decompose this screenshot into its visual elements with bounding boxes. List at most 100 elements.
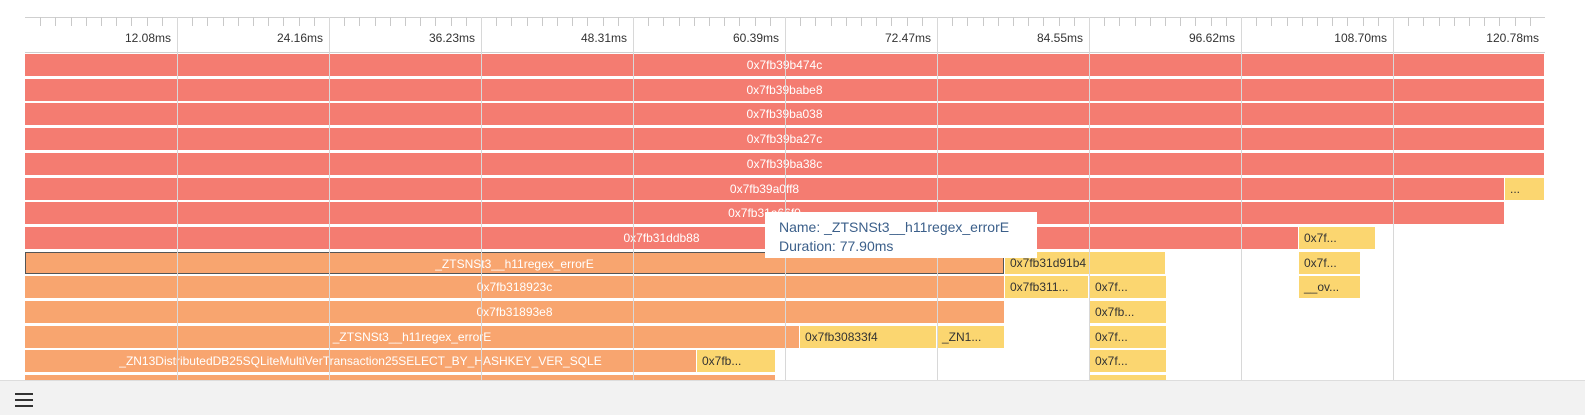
ruler-minor-tick [283, 17, 284, 26]
flame-frame[interactable]: 0x7f... [1090, 326, 1166, 348]
flame-frame[interactable]: 0x7fb311... [1005, 276, 1088, 298]
ruler-tick-label: 24.16ms [276, 31, 323, 45]
flame-frame[interactable]: _ZN1... [937, 326, 1004, 348]
ruler-minor-tick [739, 17, 740, 26]
ruler-minor-tick [709, 17, 710, 26]
ruler-minor-tick [162, 17, 163, 26]
flame-frame[interactable] [1360, 227, 1375, 249]
ruler-minor-tick [724, 17, 725, 26]
ruler-minor-tick [511, 17, 512, 26]
grid-line [177, 17, 178, 382]
flame-frame[interactable]: 0x7fb30833f4 [800, 326, 936, 348]
flame-frame[interactable]: 0x7f... [1299, 227, 1360, 249]
flame-frame[interactable]: 0x7fb39a0ff8 [25, 178, 1504, 200]
ruler-minor-tick [466, 17, 467, 26]
flame-frame[interactable]: _ZTSNSt3__h11regex_errorE [25, 326, 799, 348]
ruler-minor-tick [207, 17, 208, 26]
ruler-minor-tick [314, 17, 315, 26]
ruler-minor-tick [1256, 17, 1257, 26]
flame-frame[interactable]: 0x7f... [1090, 350, 1166, 372]
ruler-minor-tick [268, 17, 269, 26]
tooltip-duration: Duration: 77.90ms [779, 238, 894, 254]
grid-line [1241, 17, 1242, 382]
ruler-minor-tick [876, 17, 877, 26]
flame-frame[interactable]: 0x7fb... [1090, 301, 1166, 323]
ruler-tick-label: 96.62ms [1188, 31, 1235, 45]
ruler-minor-tick [1013, 17, 1014, 26]
ruler-tick-label: 60.39ms [732, 31, 779, 45]
ruler-minor-tick [952, 17, 953, 26]
ruler-minor-tick [223, 17, 224, 26]
ruler-tick-label: 12.08ms [124, 31, 171, 45]
ruler-minor-tick [983, 17, 984, 26]
ruler-minor-tick [1423, 17, 1424, 26]
ruler-minor-tick [891, 17, 892, 26]
ruler-minor-tick [907, 17, 908, 26]
menu-icon[interactable] [15, 390, 33, 410]
ruler-minor-tick [603, 17, 604, 26]
ruler-minor-tick [435, 17, 436, 26]
ruler-minor-tick [527, 17, 528, 26]
ruler-tick-label: 108.70ms [1334, 31, 1387, 45]
ruler-minor-tick [998, 17, 999, 26]
ruler-minor-tick [1135, 17, 1136, 26]
ruler-minor-tick [1530, 17, 1531, 26]
ruler-minor-tick [1347, 17, 1348, 26]
ruler-minor-tick [1363, 17, 1364, 26]
flame-frame[interactable]: _ZN13DistributedDB25SQLiteMultiVerTransa… [25, 350, 696, 372]
grid-line [633, 17, 634, 382]
ruler-minor-tick [147, 17, 148, 26]
ruler-minor-tick [861, 17, 862, 26]
bottom-toolbar [0, 380, 1585, 415]
ruler-minor-tick [967, 17, 968, 26]
grid-line [481, 17, 482, 382]
flame-frame[interactable]: 0x7fb... [697, 350, 775, 372]
ruler-minor-tick [557, 17, 558, 26]
ruler-minor-tick [390, 17, 391, 26]
ruler-minor-tick [1271, 17, 1272, 26]
ruler-tick-label: 120.78ms [1486, 31, 1539, 45]
ruler-minor-tick [1484, 17, 1485, 26]
ruler-minor-tick [1119, 17, 1120, 26]
ruler-minor-tick [1515, 17, 1516, 26]
ruler-minor-tick [755, 17, 756, 26]
ruler-minor-tick [1499, 17, 1500, 26]
ruler-tick-label: 48.31ms [580, 31, 627, 45]
flame-chart[interactable]: 0x7fb39b474c0x7fb39babe80x7fb39ba0380x7f… [0, 0, 1585, 414]
flame-frame[interactable]: __ov... [1299, 276, 1360, 298]
flame-frame[interactable]: ... [1505, 178, 1544, 200]
ruler-minor-tick [116, 17, 117, 26]
ruler-minor-tick [375, 17, 376, 26]
ruler-minor-tick [71, 17, 72, 26]
grid-line [329, 17, 330, 382]
ruler-minor-tick [800, 17, 801, 26]
ruler-minor-tick [1043, 17, 1044, 26]
tooltip-name: Name: _ZTSNSt3__h11regex_errorE [779, 219, 1010, 235]
ruler-minor-tick [1165, 17, 1166, 26]
ruler-minor-tick [1408, 17, 1409, 26]
ruler-minor-tick [618, 17, 619, 26]
flame-frame[interactable]: 0x7fb318923c [25, 276, 1004, 298]
ruler-minor-tick [1287, 17, 1288, 26]
ruler-minor-tick [1028, 17, 1029, 26]
ruler-minor-tick [1317, 17, 1318, 26]
ruler-minor-tick [679, 17, 680, 26]
ruler-minor-tick [1469, 17, 1470, 26]
ruler-minor-tick [846, 17, 847, 26]
flame-frame[interactable]: 0x7f... [1090, 276, 1166, 298]
ruler-minor-tick [1059, 17, 1060, 26]
flame-frame[interactable]: 0x7fb31893e8 [25, 301, 1004, 323]
flame-frame[interactable]: 0x7f... [1299, 252, 1360, 274]
frame-tooltip: Name: _ZTSNSt3__h11regex_errorE Duration… [765, 212, 1037, 258]
flame-frame[interactable]: 0x7fb31ddb88 [25, 227, 1298, 249]
ruler-minor-tick [922, 17, 923, 26]
ruler-minor-tick [451, 17, 452, 26]
ruler-minor-tick [420, 17, 421, 26]
ruler-minor-tick [1180, 17, 1181, 26]
grid-line [937, 17, 938, 382]
ruler-minor-tick [572, 17, 573, 26]
ruler-minor-tick [1195, 17, 1196, 26]
ruler-minor-tick [192, 17, 193, 26]
ruler-minor-tick [238, 17, 239, 26]
ruler-minor-tick [770, 17, 771, 26]
